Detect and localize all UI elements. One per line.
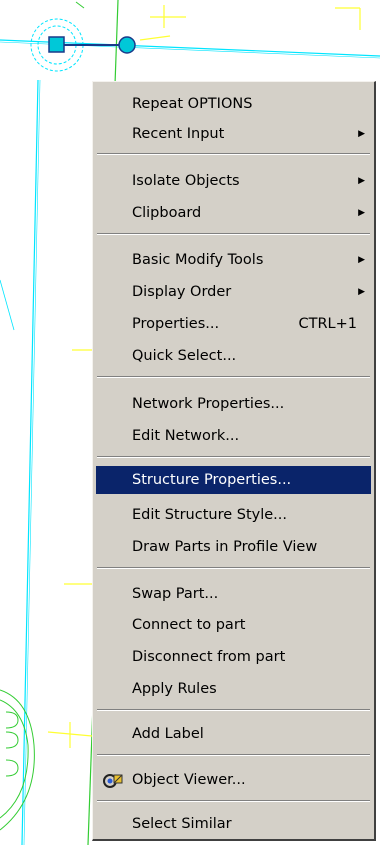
menu-item-label: Clipboard [132,205,202,221]
menu-item-quick-select[interactable]: Quick Select... [96,342,371,370]
cad-green-symbol [5,731,19,749]
object-viewer-icon [103,774,123,788]
menu-item-label: Display Order [132,284,232,300]
cad-green-line [75,1,85,9]
submenu-arrow-icon: ▶ [358,176,365,186]
menu-item-display-order[interactable]: Display Order ▶ [96,278,371,306]
menu-item-structure-properties[interactable]: Structure Properties... [96,466,371,494]
menu-separator [97,800,370,802]
menu-separator [97,233,370,235]
cad-pipe-line [0,279,15,331]
menu-item-edit-network[interactable]: Edit Network... [96,422,371,450]
menu-item-label: Disconnect from part [132,649,286,665]
circle-grip[interactable] [118,36,136,54]
menu-item-select-similar[interactable]: Select Similar [96,810,371,838]
menu-separator [97,709,370,711]
menu-item-object-viewer[interactable]: Object Viewer... [96,766,371,794]
square-grip[interactable] [48,36,65,53]
menu-item-label: Recent Input [132,126,225,142]
cad-green-symbol [5,711,19,729]
menu-item-network-properties[interactable]: Network Properties... [96,390,371,418]
cad-green-curve [0,689,35,831]
menu-item-label: Basic Modify Tools [132,252,264,268]
menu-item-label: Apply Rules [132,681,217,697]
menu-item-label: Edit Network... [132,428,240,444]
menu-item-isolate-objects[interactable]: Isolate Objects ▶ [96,167,371,195]
context-menu: Repeat OPTIONS Recent Input ▶ Isolate Ob… [92,81,376,841]
menu-separator [97,754,370,756]
cad-pipe-line [21,79,39,845]
menu-item-repeat-options[interactable]: Repeat OPTIONS [96,90,371,118]
menu-item-add-label[interactable]: Add Label [96,720,371,748]
menu-item-swap-part[interactable]: Swap Part... [96,580,371,608]
menu-separator [97,567,370,569]
menu-item-label: Draw Parts in Profile View [132,539,318,555]
menu-item-properties[interactable]: Properties... CTRL+1 [96,310,371,338]
menu-item-label: Select Similar [132,816,232,832]
submenu-arrow-icon: ▶ [358,287,365,297]
menu-item-connect-to-part[interactable]: Connect to part [96,611,371,639]
menu-item-label: Object Viewer... [132,772,246,788]
menu-separator [97,376,370,378]
menu-separator [97,456,370,458]
submenu-arrow-icon: ▶ [358,129,365,139]
menu-item-shortcut: CTRL+1 [298,316,357,332]
menu-item-label: Repeat OPTIONS [132,96,253,112]
menu-item-label: Quick Select... [132,348,237,364]
menu-item-label: Edit Structure Style... [132,507,287,523]
menu-item-apply-rules[interactable]: Apply Rules [96,675,371,703]
menu-item-draw-parts-in-profile-view[interactable]: Draw Parts in Profile View [96,533,371,561]
menu-item-recent-input[interactable]: Recent Input ▶ [96,120,371,148]
cad-yellow-mark [139,35,171,41]
menu-item-clipboard[interactable]: Clipboard ▶ [96,199,371,227]
menu-item-basic-modify-tools[interactable]: Basic Modify Tools ▶ [96,246,371,274]
menu-separator [97,153,370,155]
menu-item-label: Isolate Objects [132,173,240,189]
menu-item-label: Structure Properties... [132,472,292,488]
submenu-arrow-icon: ▶ [358,208,365,218]
menu-item-disconnect-from-part[interactable]: Disconnect from part [96,643,371,671]
cad-green-symbol [5,759,19,777]
menu-item-label: Swap Part... [132,586,219,602]
menu-item-label: Properties... [132,316,220,332]
submenu-arrow-icon: ▶ [358,255,365,265]
menu-item-edit-structure-style[interactable]: Edit Structure Style... [96,501,371,529]
menu-item-label: Add Label [132,726,204,742]
menu-item-label: Connect to part [132,617,246,633]
menu-item-label: Network Properties... [132,396,285,412]
